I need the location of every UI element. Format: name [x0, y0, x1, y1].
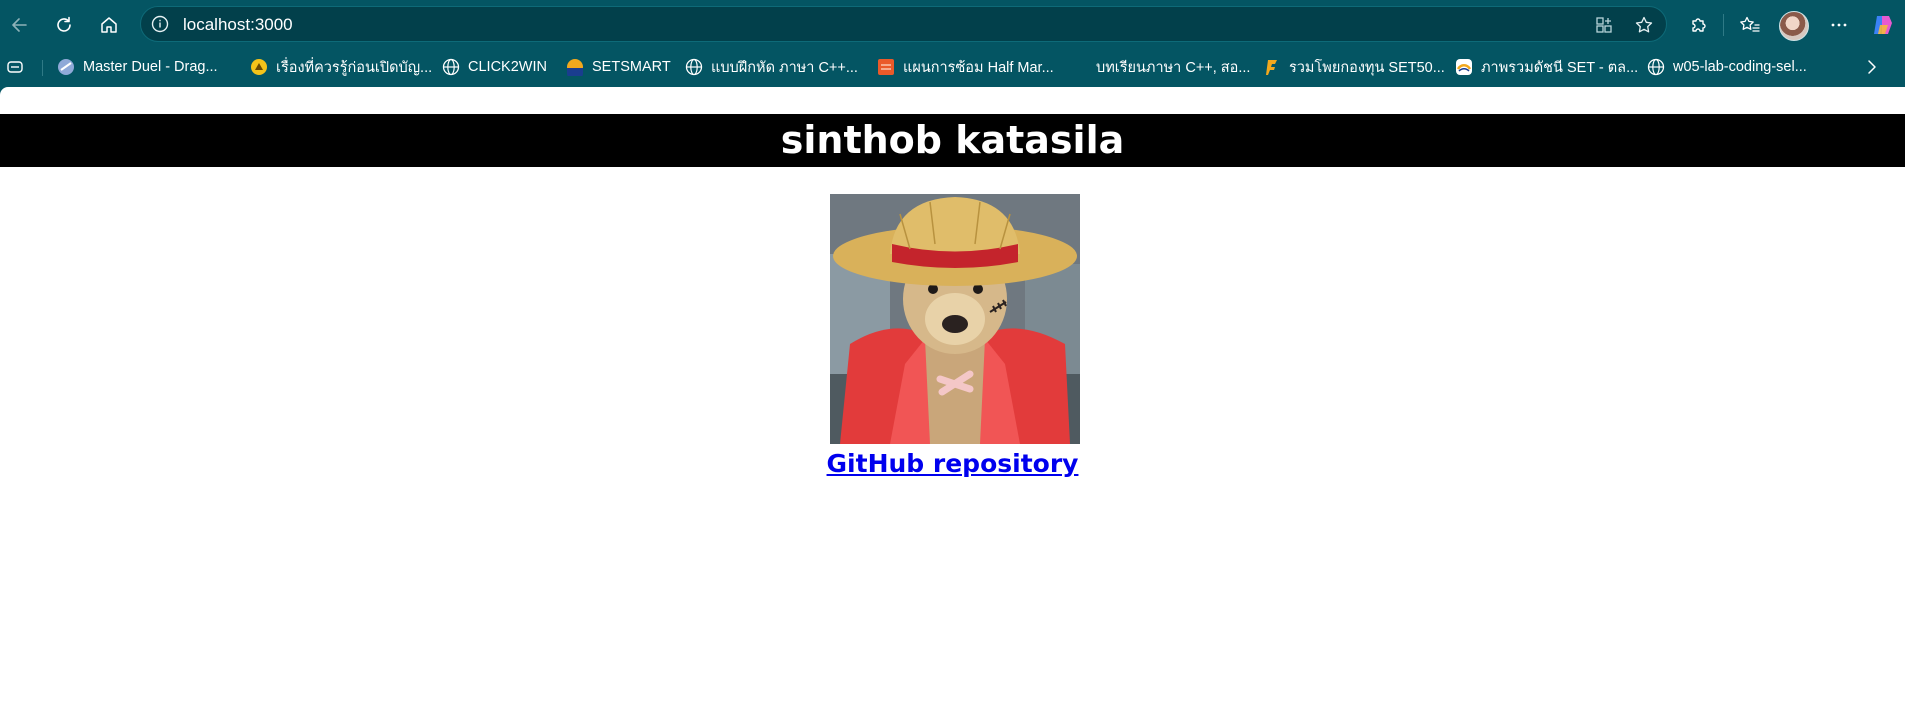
- back-button[interactable]: [4, 9, 36, 41]
- github-link-container: GitHub repository: [0, 449, 1905, 478]
- bookmark-bank-account[interactable]: เรื่องที่ควรรู้ก่อนเปิดบัญ...: [250, 56, 432, 78]
- favorite-star-icon[interactable]: [1634, 15, 1654, 35]
- bookmark-click2win[interactable]: CLICK2WIN: [442, 56, 547, 78]
- favorites-list-icon: [1740, 16, 1760, 32]
- collections-icon: [7, 61, 23, 73]
- puzzle-icon: [1692, 18, 1706, 32]
- page-title: sinthob katasila: [0, 114, 1905, 167]
- ellipsis-icon: [1831, 23, 1847, 27]
- copilot-button[interactable]: [1867, 9, 1899, 41]
- bookmark-cpp-exercise[interactable]: แบบฝึกหัด ภาษา C++...: [685, 56, 858, 78]
- reading-list-button[interactable]: [6, 56, 24, 78]
- bookmark-cpp-lesson[interactable]: บทเรียนภาษา C++, สอ...: [1070, 56, 1250, 78]
- toolbar-divider: [1723, 14, 1724, 36]
- app-available-icon[interactable]: [1594, 15, 1614, 35]
- chevron-right-icon: [1868, 60, 1876, 74]
- bookmark-set-index[interactable]: ภาพรวมดัชนี SET - ตล...: [1455, 56, 1638, 78]
- game-icon: [58, 59, 74, 75]
- plan-icon: [878, 59, 894, 75]
- reload-icon: [57, 16, 71, 32]
- reload-button[interactable]: [48, 9, 80, 41]
- globe-icon: [1647, 58, 1665, 76]
- fund-icon: [1266, 60, 1277, 75]
- bookmarks-divider: [42, 60, 43, 76]
- bookmarks-bar: Master Duel - Drag... เรื่องที่ควรรู้ก่อ…: [0, 50, 1905, 83]
- more-menu-button[interactable]: [1823, 9, 1855, 41]
- favorites-button[interactable]: [1734, 9, 1766, 41]
- bookmark-setsmart[interactable]: SETSMART: [566, 56, 671, 78]
- globe-icon: [685, 58, 703, 76]
- set-icon: [567, 59, 583, 76]
- more-bookmarks-button[interactable]: [1862, 56, 1880, 78]
- github-repository-link[interactable]: GitHub repository: [827, 449, 1079, 478]
- globe-icon: [442, 58, 460, 76]
- site-info-icon[interactable]: [151, 15, 169, 33]
- copilot-icon: [1874, 16, 1892, 34]
- extensions-button[interactable]: [1683, 9, 1715, 41]
- browser-toolbar: localhost:3000: [0, 0, 1905, 50]
- bank-icon: [251, 59, 267, 75]
- bookmark-set50-fund[interactable]: รวมโพยกองทุน SET50...: [1263, 56, 1445, 78]
- back-arrow-icon: [12, 18, 27, 32]
- browser-window: localhost:3000 Master Duel - Drag... เรื…: [0, 0, 1905, 720]
- home-icon: [101, 17, 117, 33]
- page-viewport: sinthob katasila GitHub repository: [0, 87, 1905, 720]
- profile-photo: [830, 194, 1080, 444]
- bookmark-master-duel[interactable]: Master Duel - Drag...: [57, 56, 218, 78]
- url-text[interactable]: localhost:3000: [183, 15, 293, 35]
- address-bar[interactable]: localhost:3000: [140, 6, 1667, 42]
- home-button[interactable]: [93, 9, 125, 41]
- bookmark-half-marathon[interactable]: แผนการซ้อม Half Mar...: [877, 56, 1054, 78]
- bookmark-w05-lab[interactable]: w05-lab-coding-sel...: [1647, 56, 1807, 78]
- profile-avatar[interactable]: [1779, 11, 1809, 41]
- dog-pirate-image: [830, 194, 1080, 444]
- blank-icon: [1070, 58, 1088, 76]
- set-index-icon: [1456, 59, 1472, 75]
